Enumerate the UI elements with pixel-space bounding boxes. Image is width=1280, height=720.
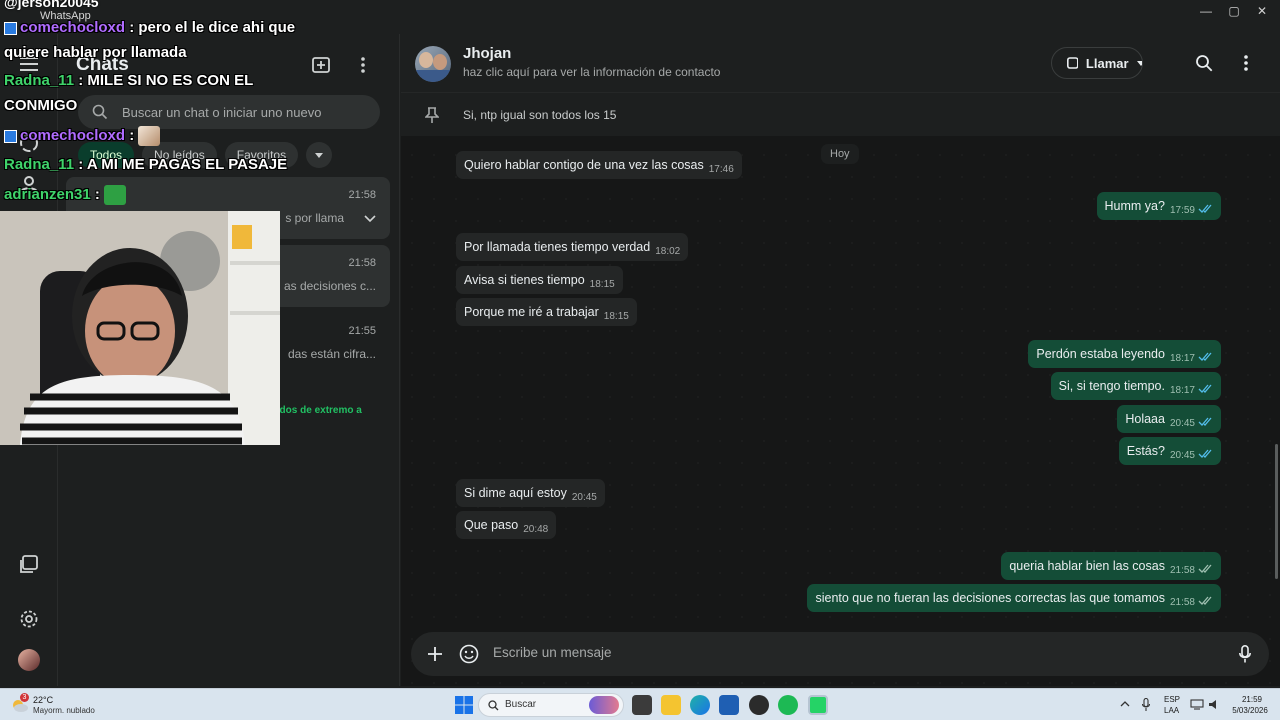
obs-icon[interactable] bbox=[749, 695, 769, 715]
file-explorer-icon[interactable] bbox=[661, 695, 681, 715]
tray-mic-icon[interactable] bbox=[1142, 698, 1150, 711]
read-ticks-icon bbox=[1198, 204, 1212, 214]
pinned-message-text: Si, ntp igual son todos los 15 bbox=[463, 108, 617, 122]
call-dropdown-chevron-icon bbox=[1136, 60, 1142, 66]
delivered-ticks-icon bbox=[1198, 596, 1212, 606]
contact-name[interactable]: Jhojan bbox=[463, 45, 511, 62]
message-bubble-in[interactable]: Que paso 20:48 bbox=[456, 511, 557, 539]
streamer-handle: @jerson20045 bbox=[4, 0, 99, 10]
emoji-sticker-icon[interactable] bbox=[457, 642, 481, 666]
message-input[interactable]: Escribe un mensaje bbox=[493, 645, 612, 660]
weather-description: Mayorm. nublado bbox=[33, 706, 95, 715]
video-call-icon bbox=[1067, 57, 1078, 69]
overlay-chat-line: comechocloxd : bbox=[4, 126, 161, 146]
clock-date[interactable]: 5/03/2026 bbox=[1228, 706, 1272, 715]
overlay-chat-line: quiere hablar por llamada bbox=[4, 44, 187, 61]
tray-chevron-icon[interactable] bbox=[1120, 701, 1130, 707]
windows-taskbar: 3 22°C Mayorm. nublado Buscar ESP LAA 21… bbox=[0, 688, 1280, 720]
cat-emote-icon bbox=[138, 126, 161, 146]
language-bottom[interactable]: LAA bbox=[1164, 706, 1179, 715]
settings-gear-icon[interactable] bbox=[15, 605, 43, 633]
search-messages-icon[interactable] bbox=[1191, 50, 1217, 76]
message-bubble-out[interactable]: Humm ya? 17:59 bbox=[1096, 192, 1221, 220]
language-top[interactable]: ESP bbox=[1164, 695, 1180, 704]
conversation-pane: Jhojan haz clic aquí para ver la informa… bbox=[401, 34, 1280, 686]
message-bubble-out[interactable]: Perdón estaba leyendo 18:17 bbox=[1028, 340, 1221, 368]
spotify-icon[interactable] bbox=[778, 695, 798, 715]
weather-temp: 22°C bbox=[33, 695, 54, 705]
sub-badge-icon bbox=[4, 21, 17, 35]
volume-icon[interactable] bbox=[1208, 699, 1220, 710]
overlay-chat-line: comechocloxd : pero el le dice ahi que bbox=[4, 19, 295, 36]
chat-time: 21:58 bbox=[348, 257, 376, 269]
edge-browser-icon[interactable] bbox=[690, 695, 710, 715]
chat-time: 21:55 bbox=[348, 325, 376, 337]
message-bubble-out[interactable]: queria hablar bien las cosas 21:58 bbox=[1001, 552, 1221, 580]
overlay-chat-line: adrianzen31 : bbox=[4, 185, 127, 205]
start-windows-icon[interactable] bbox=[454, 695, 474, 715]
overlay-chat-line: Radna_11 : A MI ME PAGAS EL PASAJE bbox=[4, 156, 288, 173]
read-ticks-icon bbox=[1198, 384, 1212, 394]
close-button[interactable]: ✕ bbox=[1244, 0, 1280, 22]
taskbar-search[interactable]: Buscar bbox=[478, 693, 624, 717]
store-icon[interactable] bbox=[719, 695, 739, 715]
message-bubble-out[interactable]: Si, si tengo tiempo. 18:17 bbox=[1050, 372, 1221, 400]
taskbar-search-icon bbox=[488, 700, 499, 711]
day-separator: Hoy bbox=[821, 144, 859, 164]
delivered-ticks-icon bbox=[1198, 564, 1212, 574]
encryption-note: ados de extremo a bbox=[274, 405, 362, 416]
whatsapp-taskbar-icon[interactable] bbox=[808, 695, 828, 715]
search-highlight-icon bbox=[589, 696, 619, 714]
pin-icon bbox=[425, 107, 439, 123]
pinned-message-bar[interactable]: Si, ntp igual son todos los 15 bbox=[401, 92, 1280, 136]
network-icon[interactable] bbox=[1190, 699, 1204, 710]
message-bubble-out[interactable]: Holaaa 20:45 bbox=[1117, 405, 1221, 433]
overlay-chat-line: CONMIGO bbox=[4, 97, 78, 114]
call-label: Llamar bbox=[1085, 55, 1129, 71]
message-bubble-in[interactable]: Porque me iré a trabajar 18:15 bbox=[456, 298, 637, 326]
conversation-header[interactable]: Jhojan haz clic aquí para ver la informa… bbox=[401, 34, 1280, 92]
message-bubble-out[interactable]: siento que no fueran las decisiones corr… bbox=[807, 584, 1221, 612]
message-bubble-out[interactable]: Estás? 20:45 bbox=[1118, 437, 1221, 465]
conversation-scrollbar[interactable] bbox=[1275, 444, 1278, 579]
stream-chat-overlay: @jerson20045 comechocloxd : pero el le d… bbox=[0, 0, 400, 240]
profile-avatar[interactable] bbox=[15, 646, 43, 674]
overlay-chat-line: Radna_11 : MILE SI NO ES CON EL bbox=[4, 72, 254, 89]
message-bubble-in[interactable]: Avisa si tienes tiempo 18:15 bbox=[456, 266, 623, 294]
microphone-icon[interactable] bbox=[1233, 642, 1257, 666]
contact-subtitle[interactable]: haz clic aquí para ver la información de… bbox=[463, 65, 720, 79]
call-button[interactable]: Llamar bbox=[1051, 47, 1143, 79]
clock-time[interactable]: 21:59 bbox=[1236, 695, 1268, 704]
weather-alert-badge: 3 bbox=[20, 693, 29, 702]
task-view-icon[interactable] bbox=[632, 695, 652, 715]
webcam-feed bbox=[0, 211, 280, 445]
message-bubble-in[interactable]: Si dime aquí estoy 20:45 bbox=[456, 479, 605, 507]
media-icon[interactable] bbox=[15, 550, 43, 578]
read-ticks-icon bbox=[1198, 417, 1212, 427]
read-ticks-icon bbox=[1198, 449, 1212, 459]
message-composer[interactable]: Escribe un mensaje bbox=[411, 632, 1269, 676]
attach-plus-icon[interactable] bbox=[423, 642, 447, 666]
read-ticks-icon bbox=[1198, 352, 1212, 362]
green-face-emote-icon bbox=[104, 185, 127, 205]
sub-badge-icon bbox=[4, 129, 17, 143]
contact-avatar[interactable] bbox=[415, 46, 451, 82]
chat-menu-icon[interactable] bbox=[1233, 50, 1259, 76]
message-bubble-in[interactable]: Quiero hablar contigo de una vez las cos… bbox=[456, 151, 742, 179]
message-bubble-in[interactable]: Por llamada tienes tiempo verdad 18:02 bbox=[456, 233, 689, 261]
